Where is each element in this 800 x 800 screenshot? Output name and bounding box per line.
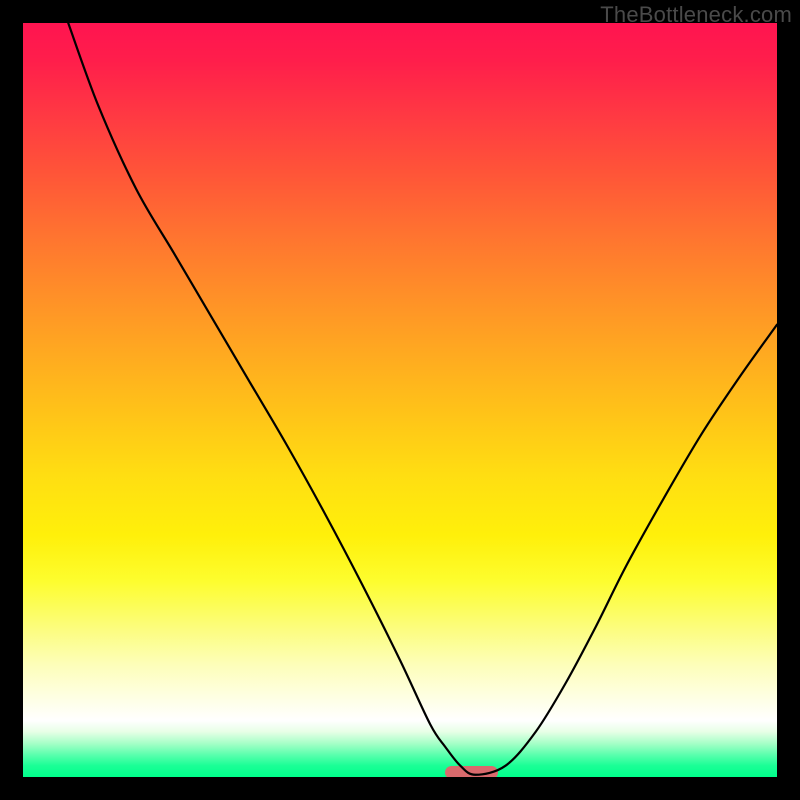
bottleneck-curve xyxy=(68,23,777,775)
curve-svg xyxy=(23,23,777,777)
plot-area xyxy=(23,23,777,777)
watermark-text: TheBottleneck.com xyxy=(600,2,792,28)
chart-frame: TheBottleneck.com xyxy=(0,0,800,800)
